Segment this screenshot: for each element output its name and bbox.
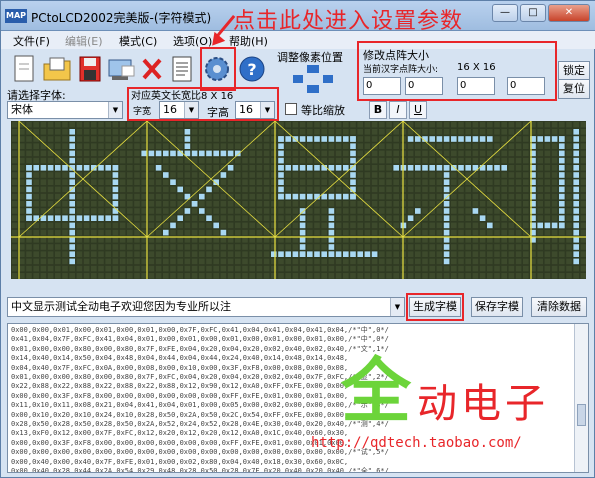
dot-size-value: 16 X 16 [457, 62, 496, 73]
char-height-label: 字高 [207, 106, 229, 119]
menu-file[interactable]: 文件(F) [13, 33, 50, 49]
maximize-button[interactable]: □ [520, 4, 546, 22]
app-icon: MAP [5, 9, 27, 23]
char-height-select[interactable]: 16 ▼ [235, 101, 275, 119]
vertical-scrollbar[interactable] [574, 324, 588, 472]
save-disk-icon[interactable] [75, 53, 105, 85]
glyph-grid-canvas [11, 121, 586, 279]
open-folder-icon[interactable] [41, 53, 71, 85]
dot-size-sub-label: 当前汉字点阵大小: [363, 65, 439, 75]
svg-text:?: ? [247, 60, 256, 79]
output-line: 0x00,0x40,0x28,0x44,0x2A,0x54,0x29,0x48,… [11, 467, 389, 473]
dot-spinner-3[interactable]: 0 [457, 77, 495, 95]
font-select-value: 宋体 [11, 103, 33, 116]
char-width-label: 字宽 [133, 107, 152, 117]
minimize-button[interactable]: — [492, 4, 518, 22]
watermark-text: 动电子 [417, 381, 549, 427]
save-font-button[interactable]: 保存字模 [471, 297, 523, 317]
preview-text-input[interactable]: 中文显示测试全动电子欢迎您因为专业所以注 ▼ [7, 297, 405, 317]
title-bar: MAP PCtoLCD2002完美版-(字符模式) 点击此处进入设置参数 — □… [1, 1, 595, 34]
dot-spinner-2[interactable]: 0 [405, 77, 443, 95]
window-title: PCtoLCD2002完美版-(字符模式) [31, 11, 212, 25]
dot-spinner-4[interactable]: 0 [507, 77, 545, 95]
image-import-icon[interactable] [105, 53, 135, 85]
output-line: 0x41,0x04,0x7F,0xFC,0x41,0x04,0x01,0x00,… [11, 335, 389, 344]
watermark-url: http://qdtech.taobao.com/ [311, 435, 522, 451]
output-line: 0x00,0x40,0x00,0x40,0x7F,0xFE,0x01,0x00,… [11, 457, 349, 466]
output-line: 0x00,0x00,0x01,0x00,0x01,0x00,0x01,0x00,… [11, 326, 389, 334]
underline-button[interactable]: U [409, 101, 427, 119]
chevron-down-icon[interactable]: ▼ [390, 298, 404, 316]
pixel-adjust-arrows [285, 65, 345, 93]
proportional-label: 等比缩放 [301, 104, 345, 117]
output-line: 0x14,0x40,0x14,0x50,0x04,0x48,0x04,0x44,… [11, 354, 349, 363]
reset-button[interactable]: 复位 [558, 79, 590, 99]
char-height-value: 16 [239, 103, 253, 116]
font-select[interactable]: 宋体 ▼ [7, 101, 123, 119]
scrollbar-thumb[interactable] [577, 404, 586, 426]
watermark-big-char: 全 [341, 350, 411, 432]
chevron-down-icon[interactable]: ▼ [184, 102, 198, 118]
bold-button[interactable]: B [369, 101, 387, 119]
preview-text-value: 中文显示测试全动电子欢迎您因为专业所以注 [11, 300, 231, 313]
shift-up-icon[interactable] [307, 65, 319, 73]
chevron-down-icon[interactable]: ▼ [260, 102, 274, 118]
aspect-ratio-label: 对应英文长宽比8 X 16 [131, 91, 234, 102]
generate-button[interactable]: 生成字模 [409, 297, 461, 317]
settings-highlight-box [200, 47, 236, 91]
proportional-checkbox[interactable] [285, 103, 297, 115]
document-icon[interactable] [167, 53, 197, 85]
shift-left-icon[interactable] [293, 75, 303, 83]
char-width-select[interactable]: 16 ▼ [159, 101, 199, 119]
output-line: 0x01,0x00,0x00,0x80,0x00,0x80,0x7F,0xFE,… [11, 344, 389, 353]
shift-right-icon[interactable] [323, 75, 333, 83]
help-icon[interactable]: ? [237, 53, 267, 85]
delete-x-icon[interactable] [137, 53, 167, 85]
italic-button[interactable]: I [389, 101, 407, 119]
pixel-adjust-label: 调整像素位置 [277, 51, 343, 64]
new-file-icon[interactable] [9, 53, 39, 85]
lock-button[interactable]: 锁定 [558, 61, 590, 81]
clear-data-button[interactable]: 清除数据 [531, 297, 587, 317]
shift-down-icon[interactable] [307, 85, 319, 93]
menu-edit: 编辑(E) [65, 35, 103, 48]
char-width-value: 16 [163, 103, 177, 116]
app-window: MAP PCtoLCD2002完美版-(字符模式) 点击此处进入设置参数 — □… [0, 0, 595, 478]
glyph-preview-grid[interactable] [11, 121, 586, 279]
close-button[interactable]: ✕ [548, 4, 590, 22]
dot-spinner-1[interactable]: 0 [363, 77, 401, 95]
chevron-down-icon[interactable]: ▼ [108, 102, 122, 118]
menu-mode[interactable]: 模式(C) [119, 33, 157, 49]
dot-size-label: 修改点阵大小 [363, 49, 429, 62]
